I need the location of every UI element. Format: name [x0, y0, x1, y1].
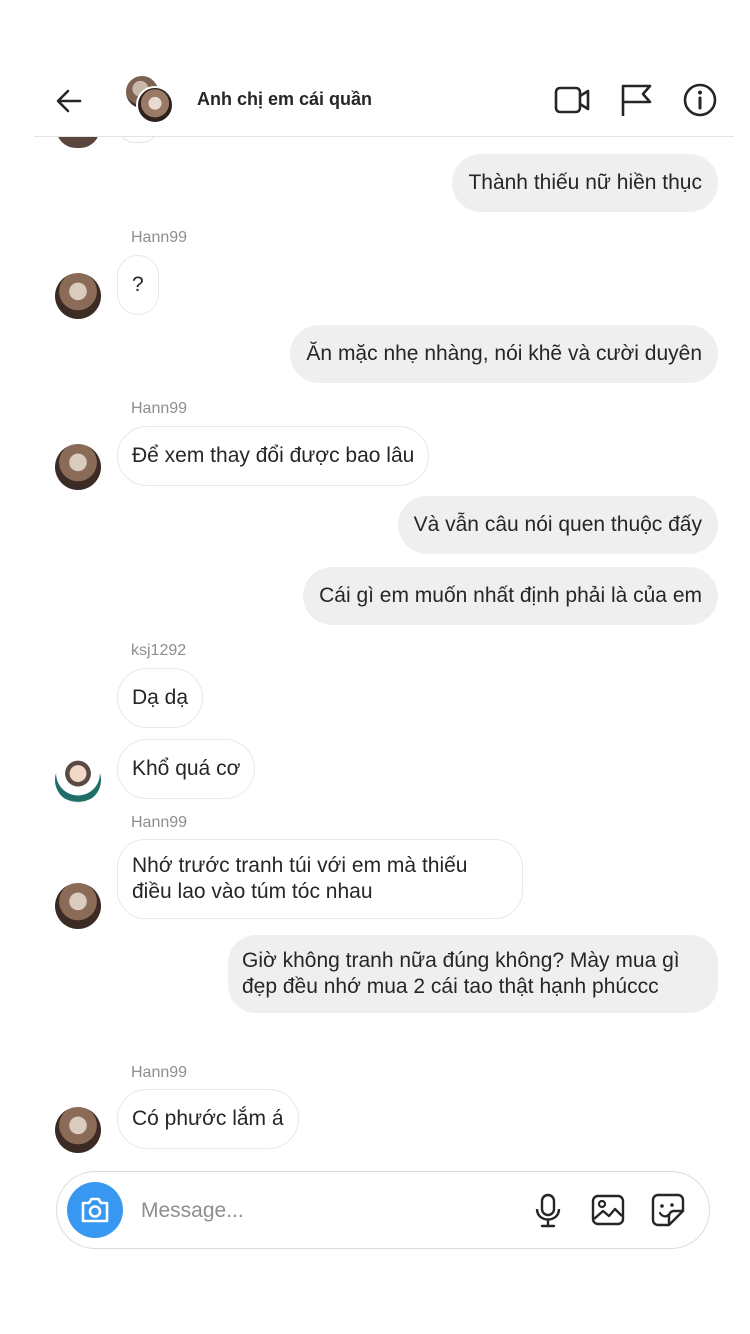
info-icon[interactable] [680, 80, 720, 120]
chat-screen: Anh chị em cái quần Thành thiếu nữ hiền … [34, 72, 734, 1272]
avatar[interactable] [55, 1107, 101, 1153]
message-bubble-outgoing[interactable]: Cái gì em muốn nhất định phải là của em [303, 567, 718, 625]
message-bubble-outgoing[interactable]: Giờ không tranh nữa đúng không? Mày mua … [228, 935, 718, 1013]
avatar[interactable] [55, 883, 101, 929]
gallery-icon[interactable] [589, 1191, 627, 1229]
message-input[interactable] [139, 1194, 423, 1228]
message-bubble-outgoing[interactable]: Ăn mặc nhẹ nhàng, nói khẽ và cười duyên [290, 325, 718, 383]
sender-name: Hann99 [131, 229, 188, 246]
message-bubble-incoming[interactable]: Có phước lắm á [117, 1089, 299, 1149]
message-composer [56, 1171, 710, 1249]
sender-name: Hann99 [131, 1064, 188, 1081]
sticker-icon[interactable] [649, 1191, 687, 1229]
camera-button[interactable] [67, 1182, 123, 1238]
message-bubble-outgoing[interactable]: Và vẫn câu nói quen thuộc đấy [397, 496, 718, 554]
microphone-icon[interactable] [529, 1191, 567, 1229]
avatar[interactable] [55, 757, 101, 803]
message-bubble-incoming[interactable]: Dạ dạ [117, 668, 204, 728]
sender-name: ksj1292 [131, 642, 187, 659]
avatar[interactable] [55, 444, 101, 490]
group-avatar-member-2 [136, 86, 174, 124]
chat-title[interactable]: Anh chị em cái quần [197, 89, 372, 110]
group-avatar[interactable] [124, 74, 174, 124]
flag-icon[interactable] [616, 80, 656, 120]
camera-icon [81, 1197, 109, 1223]
message-bubble-incoming[interactable]: Khổ quá cơ [117, 739, 256, 799]
sender-name: Hann99 [131, 814, 188, 831]
message-bubble-incoming[interactable]: Để xem thay đổi được bao lâu [117, 426, 430, 486]
message-bubble-incoming[interactable]: ? [117, 255, 159, 315]
message-bubble-incoming[interactable]: Nhớ trước tranh túi với em mà thiếu điều… [117, 839, 523, 919]
avatar[interactable] [55, 273, 101, 319]
chat-header: Anh chị em cái quần [34, 72, 734, 137]
video-call-icon[interactable] [552, 80, 592, 120]
back-arrow-icon[interactable] [54, 86, 84, 116]
message-bubble-outgoing[interactable]: Thành thiếu nữ hiền thục [452, 154, 718, 212]
sender-name: Hann99 [131, 400, 188, 417]
